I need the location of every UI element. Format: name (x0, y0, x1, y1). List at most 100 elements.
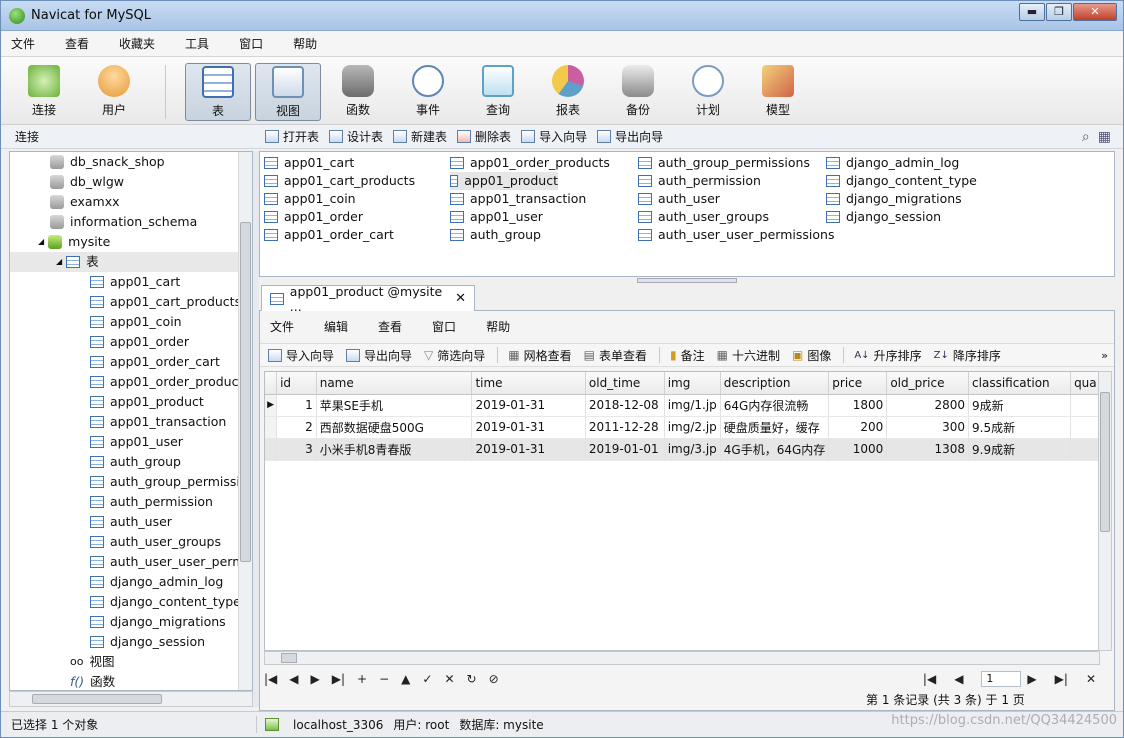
memo-button[interactable]: ▮ 备注 (670, 347, 705, 364)
cell[interactable]: 200 (828, 416, 888, 439)
cell[interactable]: 硬盘质量好，缓存 (720, 416, 830, 439)
object-item[interactable]: app01_order_products (450, 154, 610, 172)
tree-table-item[interactable]: app01_cart (90, 272, 180, 292)
menu-favorites[interactable]: 收藏夹 (115, 33, 159, 54)
tree-table-item[interactable]: app01_product (90, 392, 204, 412)
delete-table-button[interactable]: 删除表 (457, 128, 511, 145)
menu-tools[interactable]: 工具 (181, 33, 213, 54)
grid-vscroll-thumb[interactable] (1100, 392, 1110, 532)
cell[interactable]: 2019-01-31 (471, 394, 586, 417)
column-header[interactable]: old_price (886, 372, 970, 395)
discard-icon[interactable]: ✕ (444, 672, 454, 686)
menu-window[interactable]: 窗口 (235, 33, 267, 54)
schedule-button[interactable]: 计划 (675, 63, 741, 121)
cell[interactable]: 64G内存很流畅 (720, 394, 830, 417)
first-page-icon[interactable]: |◀ (923, 672, 936, 686)
table-row[interactable]: 2 西部数据硬盘500G 2019-01-31 2011-12-28 img/2… (265, 416, 1099, 439)
object-item[interactable]: auth_user (638, 190, 720, 208)
cell[interactable] (1070, 416, 1099, 439)
cell[interactable]: 9.9成新 (968, 438, 1072, 461)
tree-table-item[interactable]: app01_transaction (90, 412, 226, 432)
cell[interactable] (1070, 438, 1099, 461)
more-tools-icon[interactable]: » (1101, 349, 1108, 362)
close-button[interactable]: ✕ (1073, 3, 1117, 21)
tree-functions-node[interactable]: f() 函数 (70, 672, 115, 690)
tree-table-item[interactable]: django_migrations (90, 612, 226, 632)
table-row[interactable]: ▶ 1 苹果SE手机 2019-01-31 2018-12-08 img/1.j… (265, 394, 1099, 417)
cell[interactable]: 1000 (828, 438, 888, 461)
expand-arrow-icon[interactable]: ◢ (38, 232, 44, 252)
last-page-icon[interactable]: ▶| (1055, 672, 1068, 686)
connect-button[interactable]: 连接 (11, 63, 77, 121)
cell[interactable]: 4G手机，64G内存 (720, 438, 830, 461)
settings-icon[interactable]: ✕ (1086, 672, 1096, 686)
tab-app01-product[interactable]: app01_product @mysite ... ✕ (261, 284, 475, 314)
tree-scroll-thumb[interactable] (240, 222, 251, 562)
tree-table-item[interactable]: app01_user (90, 432, 183, 452)
object-item[interactable]: app01_order (264, 208, 363, 226)
object-item[interactable]: django_content_type (826, 172, 977, 190)
search-icon[interactable]: ⌕ (1082, 129, 1090, 145)
events-button[interactable]: 事件 (395, 63, 461, 121)
object-item[interactable]: app01_user (450, 208, 543, 226)
tree-table-item[interactable]: app01_order_product (90, 372, 243, 392)
cell[interactable] (1070, 394, 1099, 417)
object-item[interactable]: auth_permission (638, 172, 761, 190)
object-item[interactable]: django_session (826, 208, 941, 226)
form-view-button[interactable]: ▤ 表单查看 (584, 347, 647, 364)
tree-table-item[interactable]: auth_group (90, 452, 181, 472)
table-row[interactable]: 3 小米手机8青春版 2019-01-31 2019-01-01 img/3.j… (265, 438, 1099, 461)
cell[interactable]: 2 (276, 416, 317, 439)
close-tab-icon[interactable]: ✕ (455, 291, 466, 306)
menu-help[interactable]: 帮助 (289, 33, 321, 54)
tree-table-item[interactable]: auth_user_user_permi (90, 552, 248, 572)
tables-button[interactable]: 表 (185, 63, 251, 121)
column-header[interactable]: img (664, 372, 721, 395)
object-item[interactable]: app01_order_cart (264, 226, 394, 244)
tree-db-node[interactable]: examxx (50, 192, 120, 212)
maximize-button[interactable]: ❐ (1046, 3, 1072, 21)
object-item[interactable]: app01_transaction (450, 190, 586, 208)
tree-table-item[interactable]: auth_user (90, 512, 172, 532)
tree-table-item[interactable]: app01_order_cart (90, 352, 220, 372)
tree-table-item[interactable]: auth_group_permissio (90, 472, 248, 492)
menu-file[interactable]: 文件 (7, 33, 39, 54)
sort-desc-button[interactable]: Z↓ 降序排序 (934, 347, 1001, 364)
grid-view-icon[interactable]: ▦ (1098, 129, 1111, 145)
tree-table-item[interactable]: app01_order (90, 332, 189, 352)
prev-record-icon[interactable]: ◀ (289, 672, 298, 686)
cell[interactable]: 2018-12-08 (585, 394, 665, 417)
image-button[interactable]: ▣ 图像 (792, 347, 831, 364)
first-record-icon[interactable]: |◀ (264, 672, 277, 686)
cell[interactable]: img/3.jp (664, 438, 721, 461)
inner-menu-help[interactable]: 帮助 (486, 318, 510, 335)
tree-table-item[interactable]: app01_cart_products (90, 292, 241, 312)
grid-view-button[interactable]: ▦ 网格查看 (508, 347, 571, 364)
tree-db-node[interactable]: information_schema (50, 212, 197, 232)
tree-db-mysite[interactable]: ◢ mysite (38, 232, 110, 252)
column-header[interactable]: description (720, 372, 830, 395)
object-item[interactable]: auth_user_groups (638, 208, 769, 226)
cell[interactable]: 苹果SE手机 (316, 394, 473, 417)
inner-menu-file[interactable]: 文件 (270, 318, 294, 335)
new-table-button[interactable]: 新建表 (393, 128, 447, 145)
functions-button[interactable]: 函数 (325, 63, 391, 121)
cell[interactable]: 9成新 (968, 394, 1072, 417)
column-header[interactable]: time (471, 372, 586, 395)
up-icon[interactable]: ▲ (401, 672, 410, 686)
cell[interactable]: 1800 (828, 394, 888, 417)
prev-page-icon[interactable]: ◀ (954, 672, 963, 686)
next-record-icon[interactable]: ▶ (311, 672, 320, 686)
open-table-button[interactable]: 打开表 (265, 128, 319, 145)
horizontal-splitter[interactable] (637, 278, 737, 283)
object-item[interactable]: app01_coin (264, 190, 356, 208)
page-input[interactable]: 1 (981, 671, 1022, 687)
cell[interactable]: img/1.jp (664, 394, 721, 417)
tree-views-node[interactable]: oo 视图 (70, 652, 114, 672)
column-header[interactable]: old_time (585, 372, 665, 395)
cell[interactable]: 300 (886, 416, 970, 439)
object-item[interactable]: auth_group (450, 226, 541, 244)
report-button[interactable]: 报表 (535, 63, 601, 121)
user-button[interactable]: 用户 (81, 63, 147, 121)
object-item[interactable]: app01_cart_products (264, 172, 415, 190)
